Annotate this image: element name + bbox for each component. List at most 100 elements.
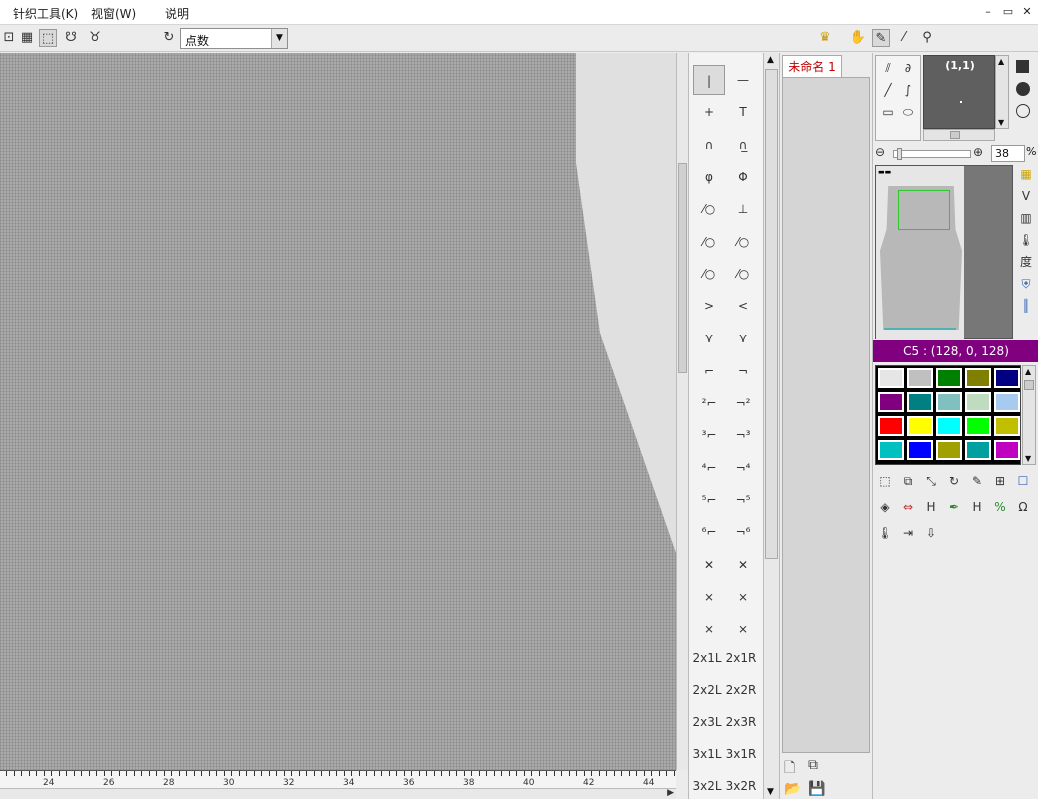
straight-line-icon[interactable]: ╱ (878, 80, 898, 100)
color-swatch[interactable] (907, 416, 933, 436)
stitch-symbol-icon[interactable]: ∩̲ (727, 130, 759, 160)
grid-view-icon[interactable]: ▦ (1017, 165, 1035, 183)
file-tab-untitled[interactable]: 未命名 1 (782, 55, 842, 77)
stitch-symbol-icon[interactable]: < (727, 291, 759, 321)
column-h-bold-icon[interactable]: H (967, 497, 987, 517)
edit-page-icon[interactable]: ✎ (967, 471, 987, 491)
stitch-symbol-icon[interactable]: ⁴⌐ (693, 453, 725, 483)
stitch-symbol-icon[interactable]: ¬⁵ (727, 485, 759, 515)
new-file-icon[interactable]: 🗋 (784, 757, 795, 781)
stitch-symbol-icon[interactable]: ∩ (693, 130, 725, 160)
cable-stitch-item[interactable]: 3x2L (691, 771, 723, 799)
cable-stitch-item[interactable]: 2x1L (691, 643, 723, 673)
shield-icon[interactable]: ⛨ (1017, 275, 1035, 293)
select-stitch-icon[interactable]: ⊡ (0, 29, 18, 47)
brush-icon[interactable]: ✎ (872, 29, 890, 47)
stitch-symbol-icon[interactable]: ⋎ (693, 323, 725, 353)
cable-stitch-item[interactable]: 2x3R (725, 707, 757, 737)
stitch-symbol-icon[interactable]: ⁄○ (727, 259, 759, 289)
stitch-symbol-icon[interactable]: T (727, 97, 759, 127)
cable-stitch-item[interactable]: 2x1R (725, 643, 757, 673)
stitch-symbol-icon[interactable]: ¬³ (727, 420, 759, 450)
color-swatch[interactable] (994, 440, 1020, 460)
stitch-symbol-icon[interactable]: ⨯ (727, 614, 759, 644)
shape-icon[interactable]: ♉ (86, 29, 104, 47)
restore-button[interactable]: ▭ (1001, 5, 1015, 19)
stitch-symbol-icon[interactable]: ¬² (727, 388, 759, 418)
zoom-value-field[interactable]: 38 (991, 145, 1025, 162)
scroll-up-icon[interactable]: ▲ (998, 57, 1004, 66)
color-swatch[interactable] (994, 392, 1020, 412)
line-tool-icon[interactable]: ⁄ (895, 29, 913, 47)
cable-stitch-item[interactable]: 3x1L (691, 739, 723, 769)
align-right-icon[interactable]: ⇥ (898, 523, 918, 543)
column-h-icon[interactable]: H (921, 497, 941, 517)
color-swatch[interactable] (878, 392, 904, 412)
stitch-symbol-icon[interactable]: ¬⁶ (727, 517, 759, 547)
freehand-icon[interactable]: ∂ (898, 58, 918, 78)
stitch-symbol-icon[interactable]: — (727, 65, 759, 95)
knit-stitch-grid[interactable] (0, 53, 676, 770)
color-swatch[interactable] (907, 440, 933, 460)
scroll-up-icon[interactable]: ▲ (1025, 367, 1031, 376)
hand-pan-icon[interactable]: ✋ (849, 29, 867, 47)
menu-window[interactable]: 视窗(W) (91, 5, 136, 22)
fill-bucket-icon[interactable]: ◈ (875, 497, 895, 517)
percent-chart-icon[interactable]: % (990, 497, 1010, 517)
stitch-symbol-icon[interactable]: ²⌐ (693, 388, 725, 418)
stitch-symbol-icon[interactable]: > (693, 291, 725, 321)
color-swatch[interactable] (965, 392, 991, 412)
save-icon[interactable]: 💾 (808, 781, 825, 797)
lasso-icon[interactable]: ☋ (62, 29, 80, 47)
scroll-up-icon[interactable]: ▲ (767, 55, 774, 65)
cable-stitch-item[interactable]: 2x2R (725, 675, 757, 705)
scroll-down-icon[interactable]: ▼ (1025, 454, 1031, 463)
scroll-right-icon[interactable]: ▶ (667, 788, 674, 798)
minimize-button[interactable]: – (981, 5, 995, 19)
color-swatch[interactable] (936, 392, 962, 412)
stitch-symbol-icon[interactable]: + (693, 97, 725, 127)
canvas-vertical-scrollbar[interactable] (676, 53, 688, 770)
frame-icon[interactable]: ☐ (1013, 471, 1033, 491)
v-neck-icon[interactable]: V (1017, 187, 1035, 205)
copy-block-icon[interactable]: ⧉ (898, 471, 918, 491)
color-swatch[interactable] (878, 416, 904, 436)
pattern-blocks-icon[interactable]: ▥ (1017, 209, 1035, 227)
stitch-symbol-icon[interactable]: ✕ (693, 550, 725, 580)
color-swatch[interactable] (878, 440, 904, 460)
stitch-palette-scrollbar[interactable]: ▲ ▼ (764, 53, 780, 799)
hatch-line-icon[interactable]: ⫽ (878, 58, 898, 78)
scroll-down-icon[interactable]: ▼ (998, 118, 1004, 127)
mode-select[interactable]: 点数 ▼ (180, 28, 288, 49)
select-tool-icon[interactable]: ⬚ (875, 471, 895, 491)
rotate-360-icon[interactable]: ↻ (944, 471, 964, 491)
align-down-icon[interactable]: ⇩ (921, 523, 941, 543)
preview-vertical-scrollbar[interactable]: ▲ ▼ (995, 55, 1009, 129)
zoom-slider[interactable] (893, 148, 971, 160)
copy-file-icon[interactable]: ⧉ (808, 757, 818, 773)
stitch-symbol-icon[interactable]: ⁄○ (693, 194, 725, 224)
stitch-symbol-icon[interactable]: ⁶⌐ (693, 517, 725, 547)
stitch-symbol-icon[interactable]: ✕ (727, 550, 759, 580)
palette-scrollbar[interactable]: ▲ ▼ (1022, 365, 1036, 465)
color-replace-icon[interactable]: ⇔ (898, 497, 918, 517)
zoom-out-icon[interactable]: ⊖ (875, 145, 885, 159)
stitch-symbol-icon[interactable]: ³⌐ (693, 420, 725, 450)
design-canvas[interactable] (0, 53, 676, 770)
ring-brush-button[interactable] (1013, 101, 1033, 121)
color-swatch[interactable] (878, 368, 904, 388)
palette-scroll-thumb[interactable] (1024, 380, 1034, 390)
degree-icon[interactable]: 度 (1017, 253, 1035, 271)
stitch-symbol-icon[interactable]: ⁄○ (693, 227, 725, 257)
color-swatch[interactable] (994, 416, 1020, 436)
stitch-symbol-icon[interactable]: Φ (727, 162, 759, 192)
color-swatch[interactable] (907, 392, 933, 412)
stitch-symbol-icon[interactable]: ⁵⌐ (693, 485, 725, 515)
color-swatch[interactable] (936, 368, 962, 388)
preview-hscroll-thumb[interactable] (950, 131, 960, 139)
grid-pattern-icon[interactable]: ▦ (18, 29, 36, 47)
color-swatch[interactable] (965, 416, 991, 436)
file-list[interactable] (782, 77, 870, 753)
round-brush-button[interactable] (1013, 79, 1033, 99)
square-brush-button[interactable] (1013, 57, 1033, 77)
